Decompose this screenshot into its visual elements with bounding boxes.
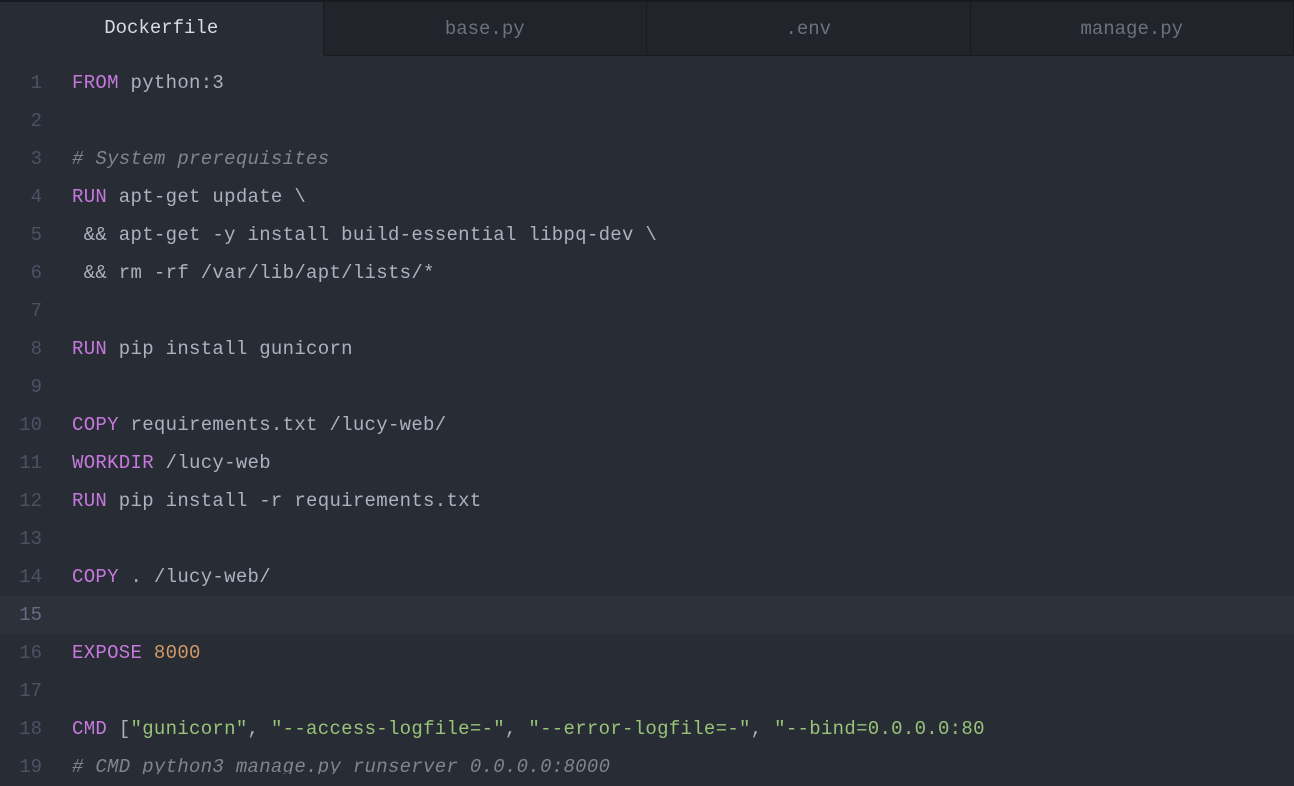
line-number: 2 [0,102,60,140]
keyword: CMD [72,718,107,740]
code-line: EXPOSE 8000 [72,634,1294,672]
code-text: pip install gunicorn [107,338,353,360]
code-line: RUN pip install gunicorn [72,330,1294,368]
code-text: , [505,718,528,740]
code-line [72,672,1294,710]
line-number: 11 [0,444,60,482]
code-line: # System prerequisites [72,140,1294,178]
code-text: requirements.txt /lucy-web/ [119,414,447,436]
string: "gunicorn" [131,718,248,740]
line-number: 13 [0,520,60,558]
line-number: 17 [0,672,60,710]
string: "--bind=0.0.0.0:80 [774,718,985,740]
tab-base-py[interactable]: base.py [324,2,648,55]
tab-bar: Dockerfile base.py .env manage.py [0,2,1294,56]
code-line [72,520,1294,558]
line-number: 9 [0,368,60,406]
keyword: RUN [72,490,107,512]
tab-dockerfile[interactable]: Dockerfile [0,2,324,56]
line-number: 14 [0,558,60,596]
tab-env[interactable]: .env [647,2,971,55]
keyword: COPY [72,414,119,436]
line-number: 7 [0,292,60,330]
keyword: WORKDIR [72,452,154,474]
code-text: python:3 [119,72,224,94]
comment: # System prerequisites [72,148,329,170]
code-text: && apt-get -y install build-essential li… [72,224,657,246]
code-text: pip install -r requirements.txt [107,490,481,512]
code-line: && apt-get -y install build-essential li… [72,216,1294,254]
line-number: 15 [0,596,60,634]
code-line [72,102,1294,140]
code-line: WORKDIR /lucy-web [72,444,1294,482]
line-number: 19 [0,748,60,786]
line-number: 18 [0,710,60,748]
line-number: 6 [0,254,60,292]
code-line: COPY . /lucy-web/ [72,558,1294,596]
line-number: 16 [0,634,60,672]
editor[interactable]: 1 2 3 4 5 6 7 8 9 10 11 12 13 14 15 16 1… [0,56,1294,774]
tab-manage-py[interactable]: manage.py [971,2,1294,55]
code-line: CMD ["gunicorn", "--access-logfile=-", "… [72,710,1294,748]
keyword: EXPOSE [72,642,142,664]
code-text: && rm -rf /var/lib/apt/lists/* [72,262,435,284]
line-number: 3 [0,140,60,178]
code-text: apt-get update \ [107,186,306,208]
code-text: /lucy-web [154,452,271,474]
code-line: RUN apt-get update \ [72,178,1294,216]
line-number: 5 [0,216,60,254]
code-line-current [60,596,1294,634]
comment: # CMD python3 manage.py runserver 0.0.0.… [72,756,610,774]
keyword: COPY [72,566,119,588]
code-line: # CMD python3 manage.py runserver 0.0.0.… [72,748,1294,774]
line-number-gutter: 1 2 3 4 5 6 7 8 9 10 11 12 13 14 15 16 1… [0,56,60,774]
code-line: FROM python:3 [72,64,1294,102]
string: "--access-logfile=-" [271,718,505,740]
line-number: 10 [0,406,60,444]
code-line [72,368,1294,406]
keyword: RUN [72,186,107,208]
code-text: , [248,718,271,740]
code-line: && rm -rf /var/lib/apt/lists/* [72,254,1294,292]
keyword: RUN [72,338,107,360]
code-text: . /lucy-web/ [119,566,271,588]
code-area[interactable]: FROM python:3 # System prerequisites RUN… [60,56,1294,774]
line-number: 4 [0,178,60,216]
code-line [72,292,1294,330]
code-line: RUN pip install -r requirements.txt [72,482,1294,520]
code-text [142,642,154,664]
code-text: , [751,718,774,740]
code-text: [ [107,718,130,740]
number: 8000 [154,642,201,664]
line-number: 12 [0,482,60,520]
keyword: FROM [72,72,119,94]
string: "--error-logfile=-" [528,718,750,740]
code-line: COPY requirements.txt /lucy-web/ [72,406,1294,444]
line-number: 8 [0,330,60,368]
line-number: 1 [0,64,60,102]
